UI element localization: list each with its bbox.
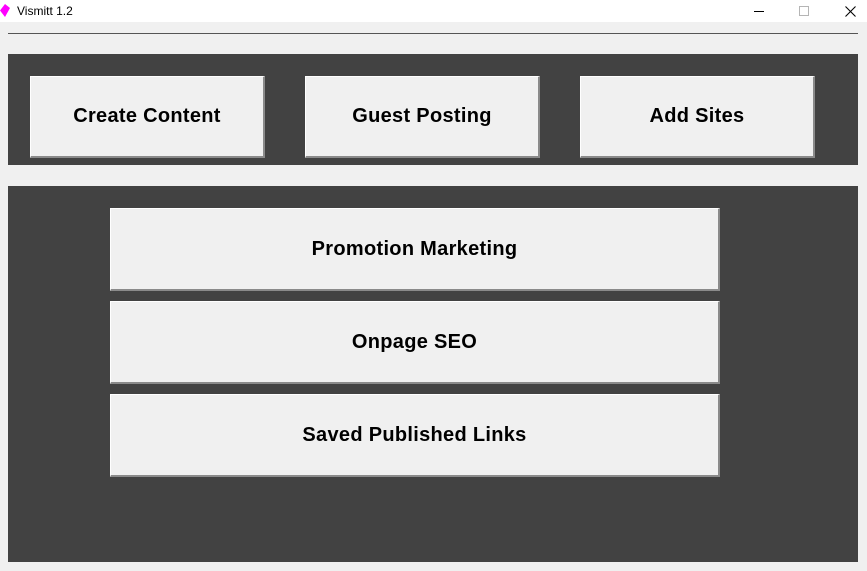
minimize-button[interactable] [736,0,782,22]
create-content-button[interactable]: Create Content [30,76,265,158]
maximize-icon [798,5,809,16]
maximize-button[interactable] [781,0,827,22]
close-icon [844,5,856,17]
saved-published-links-button[interactable]: Saved Published Links [110,394,720,477]
onpage-seo-button[interactable]: Onpage SEO [110,301,720,384]
menu-separator [8,33,858,34]
title-bar[interactable]: Vismitt 1.2 [0,0,867,22]
guest-posting-button[interactable]: Guest Posting [305,76,540,158]
promotion-marketing-button[interactable]: Promotion Marketing [110,208,720,291]
window-title: Vismitt 1.2 [17,4,73,18]
minimize-icon [753,10,764,12]
close-button[interactable] [827,0,867,22]
app-icon [0,4,10,17]
add-sites-button[interactable]: Add Sites [580,76,815,158]
